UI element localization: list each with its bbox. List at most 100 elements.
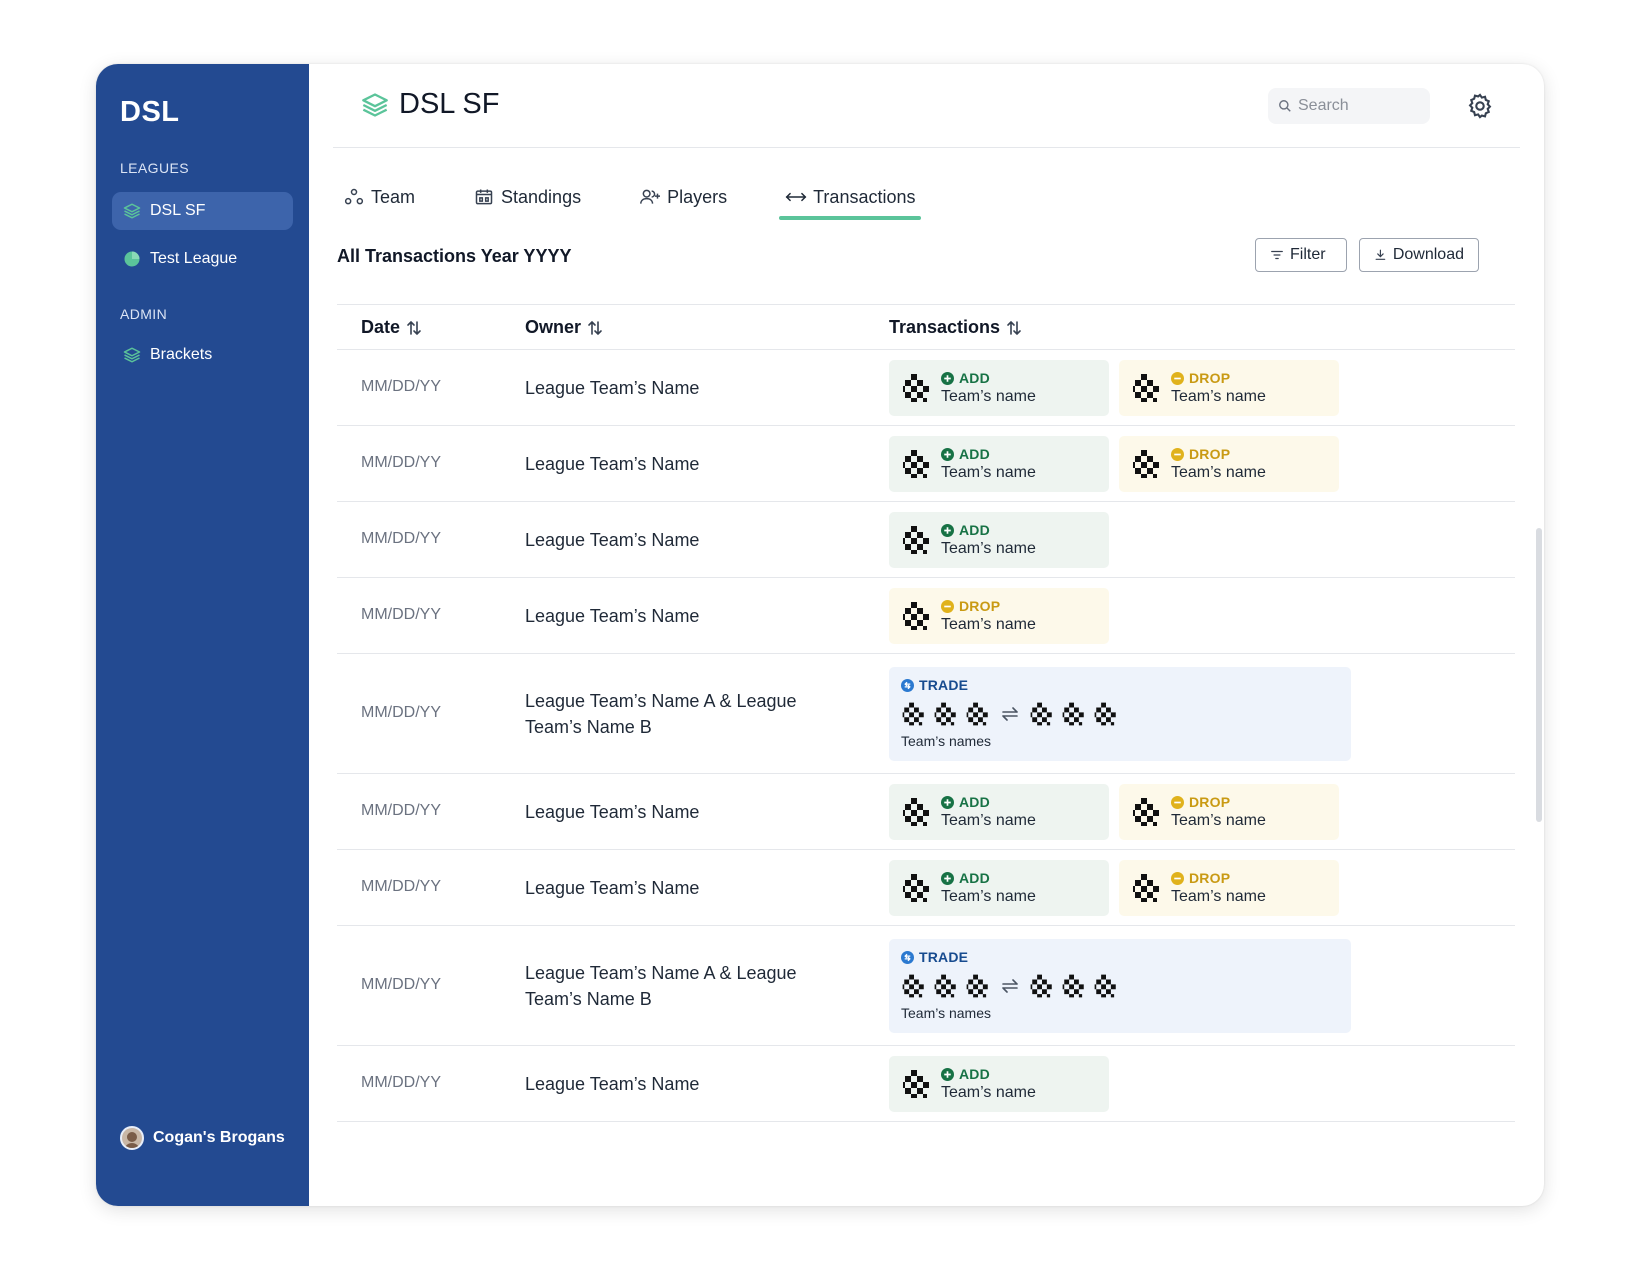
table-header: Date Owner Transactions <box>337 304 1515 350</box>
download-label: Download <box>1392 246 1464 263</box>
column-header-date[interactable]: Date <box>361 317 422 338</box>
table-row[interactable]: MM/DD/YY League Team’s Name ADD Team’s na… <box>337 426 1515 502</box>
swap-icon <box>1002 979 1018 993</box>
sidebar-item-brackets[interactable]: Brackets <box>112 336 293 374</box>
table-row[interactable]: MM/DD/YY League Team’s Name ADD Team’s na… <box>337 350 1515 426</box>
team-logo-icon <box>1094 974 1116 998</box>
leagues-section-label: LEAGUES <box>120 160 189 176</box>
add-badge: ADD <box>941 1066 1036 1082</box>
sidebar-item-dsl-sf[interactable]: DSL SF <box>112 192 293 230</box>
trade-card[interactable]: TRADE Team’s names <box>889 667 1351 761</box>
page-title: DSL SF <box>399 88 500 120</box>
cell-date: MM/DD/YY <box>361 454 441 471</box>
column-header-owner[interactable]: Owner <box>525 317 603 338</box>
column-header-transactions[interactable]: Transactions <box>889 317 1022 338</box>
team-logo-icon <box>966 974 988 998</box>
drop-transaction-card[interactable]: DROP Team’s name <box>1119 860 1339 916</box>
plus-circle-icon <box>941 795 954 809</box>
cell-date: MM/DD/YY <box>361 530 441 547</box>
team-name: Team’s name <box>1171 812 1266 829</box>
badge-label: ADD <box>959 794 990 810</box>
tab-label: Players <box>667 186 728 207</box>
transactions-table: Date Owner Transactions MM/DD/YY League T… <box>337 304 1515 1122</box>
page-header: DSL SF <box>333 64 1520 148</box>
filter-button[interactable]: Filter <box>1255 238 1347 272</box>
table-row[interactable]: MM/DD/YY League Team’s Name ADD Team’s na… <box>337 850 1515 926</box>
download-button[interactable]: Download <box>1359 238 1479 272</box>
team-logo-icon <box>903 526 929 554</box>
tab-team[interactable]: Team <box>337 176 421 218</box>
minus-circle-icon <box>1171 371 1184 385</box>
drop-badge: DROP <box>1171 870 1266 886</box>
badge-label: DROP <box>1189 446 1231 462</box>
scoreboard-icon <box>473 186 495 208</box>
tab-label: Team <box>371 186 416 207</box>
user-profile[interactable]: Cogan's Brogans <box>120 1126 285 1150</box>
cell-date: MM/DD/YY <box>361 802 441 819</box>
drop-transaction-card[interactable]: DROP Team’s name <box>889 588 1109 644</box>
team-logo-icon <box>1133 798 1159 826</box>
filter-icon <box>1271 250 1283 260</box>
layers-icon <box>362 92 388 117</box>
cell-date: MM/DD/YY <box>361 704 441 721</box>
add-transaction-card[interactable]: ADD Team’s name <box>889 860 1109 916</box>
main-content: DSL SF Team Standings <box>309 64 1544 1206</box>
trade-card[interactable]: TRADE Team’s names <box>889 939 1351 1033</box>
trade-badge: TRADE <box>901 677 1339 693</box>
team-name: Team’s name <box>941 812 1036 829</box>
team-logo-icon <box>1062 702 1084 726</box>
scrollbar[interactable] <box>1536 528 1542 822</box>
table-row[interactable]: MM/DD/YY League Team’s Name ADD Team’s na… <box>337 502 1515 578</box>
team-name: Team’s name <box>941 464 1036 481</box>
team-logo-icon <box>903 798 929 826</box>
plus-circle-icon <box>941 1067 954 1081</box>
add-transaction-card[interactable]: ADD Team’s name <box>889 436 1109 492</box>
minus-circle-icon <box>1171 447 1184 461</box>
add-transaction-card[interactable]: ADD Team’s name <box>889 1056 1109 1112</box>
drop-transaction-card[interactable]: DROP Team’s name <box>1119 360 1339 416</box>
gear-icon[interactable] <box>1466 92 1494 120</box>
badge-label: DROP <box>1189 370 1231 386</box>
team-icon <box>343 186 365 208</box>
minus-circle-icon <box>1171 795 1184 809</box>
table-row[interactable]: MM/DD/YY League Team’s Name A & League Te… <box>337 926 1515 1046</box>
user-name: Cogan's Brogans <box>153 1129 285 1146</box>
add-transaction-card[interactable]: ADD Team’s name <box>889 360 1109 416</box>
drop-transaction-card[interactable]: DROP Team’s name <box>1119 784 1339 840</box>
cell-date: MM/DD/YY <box>361 878 441 895</box>
badge-label: ADD <box>959 522 990 538</box>
badge-label: ADD <box>959 1066 990 1082</box>
sidebar-item-label: DSL SF <box>150 202 206 219</box>
add-badge: ADD <box>941 370 1036 386</box>
badge-label: DROP <box>959 598 1001 614</box>
tab-transactions[interactable]: Transactions <box>779 176 922 220</box>
badge-label: DROP <box>1189 794 1231 810</box>
search-input[interactable] <box>1298 97 1418 115</box>
badge-label: ADD <box>959 870 990 886</box>
arrows-left-right-icon <box>785 186 807 208</box>
badge-label: DROP <box>1189 870 1231 886</box>
table-row[interactable]: MM/DD/YY League Team’s Name DROP Team’s n… <box>337 578 1515 654</box>
add-transaction-card[interactable]: ADD Team’s name <box>889 784 1109 840</box>
trade-badge: TRADE <box>901 949 1339 965</box>
table-body: MM/DD/YY League Team’s Name ADD Team’s na… <box>337 350 1515 1122</box>
tab-bar: Team Standings Players Transactions <box>337 176 967 222</box>
add-user-icon <box>639 186 661 208</box>
tab-standings[interactable]: Standings <box>467 176 587 218</box>
drop-transaction-card[interactable]: DROP Team’s name <box>1119 436 1339 492</box>
cell-owner: League Team’s Name <box>525 378 700 398</box>
team-logo-icon <box>966 702 988 726</box>
search-box[interactable] <box>1268 88 1430 124</box>
sidebar-item-test-league[interactable]: Test League <box>112 240 293 278</box>
cell-owner: League Team’s Name <box>525 606 700 626</box>
tab-players[interactable]: Players <box>633 176 733 218</box>
table-row[interactable]: MM/DD/YY League Team’s Name A & League Te… <box>337 654 1515 774</box>
trade-logos <box>901 973 1339 999</box>
plus-circle-icon <box>941 523 954 537</box>
team-logo-icon <box>903 374 929 402</box>
minus-circle-icon <box>1171 871 1184 885</box>
table-row[interactable]: MM/DD/YY League Team’s Name ADD Team’s na… <box>337 1046 1515 1122</box>
table-row[interactable]: MM/DD/YY League Team’s Name ADD Team’s na… <box>337 774 1515 850</box>
add-transaction-card[interactable]: ADD Team’s name <box>889 512 1109 568</box>
sidebar: DSL LEAGUES DSL SF Test League ADMIN Bra… <box>96 64 309 1206</box>
